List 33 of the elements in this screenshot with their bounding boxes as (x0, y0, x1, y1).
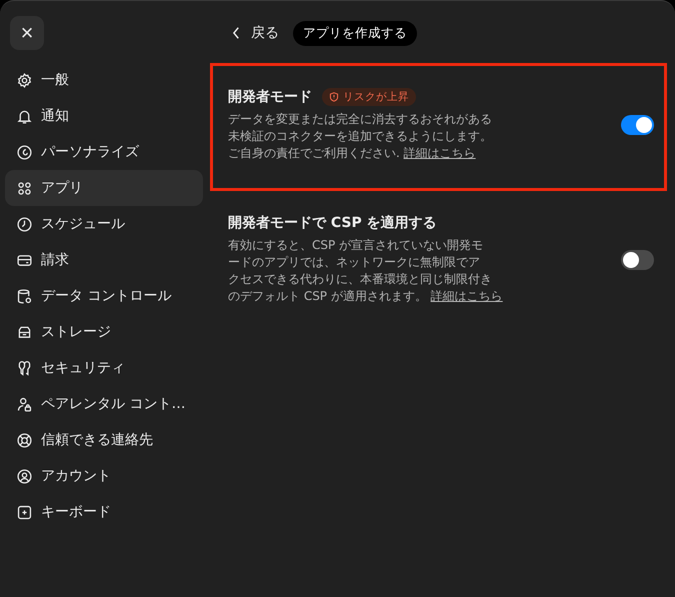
sidebar-item[interactable]: スケジュール (5, 206, 203, 242)
sidebar-item[interactable]: ストレージ (5, 314, 203, 350)
database-icon (16, 288, 33, 304)
learn-more-link[interactable]: 詳細はこちら (430, 289, 503, 303)
create-app-button[interactable]: アプリを作成する (293, 20, 417, 46)
close-button[interactable]: × (10, 16, 44, 50)
risk-badge: リスクが上昇 (322, 88, 416, 106)
toggle-switch[interactable] (621, 250, 654, 270)
sidebar-item[interactable]: 通知 (5, 98, 203, 134)
sidebar-item[interactable]: データ コントロール (5, 278, 203, 314)
toggle-switch[interactable] (621, 115, 654, 135)
setting-description: 有効にすると、CSP が宣言されていない開発モ ードのアプリでは、ネットワークに無制限でア クセスできる代わりに、本番環境と同じ制限付き のデフォルト CSP が適用されます。 詳細はこちら (228, 237, 503, 305)
setting-title: 開発者モード (228, 88, 312, 106)
setting-title: 開発者モードで CSP を適用する (228, 214, 437, 232)
sidebar-item[interactable]: アプリ (5, 170, 203, 206)
apps-icon (16, 180, 33, 196)
gear-icon (16, 72, 33, 88)
sidebar-item[interactable]: アカウント (5, 458, 203, 494)
back-button[interactable]: 戻る (232, 24, 279, 42)
sidebar-item[interactable]: ペアレンタル コント… (5, 386, 203, 422)
learn-more-link[interactable]: 詳細はこちら (404, 146, 476, 160)
lifebuoy-icon (16, 432, 33, 448)
clock-icon (16, 216, 33, 232)
chevron-left-icon (232, 26, 241, 40)
setting-description: データを変更または完全に消去するおそれがある 未検証のコネクターを追加できるようにします。 ご自身の責任でご利用ください. 詳細はこちら (228, 111, 492, 162)
sidebar-item[interactable]: 一般 (5, 62, 203, 98)
sidebar-item[interactable]: パーソナライズ (5, 134, 203, 170)
sidebar-item[interactable]: キーボード (5, 494, 203, 530)
account-icon (16, 468, 33, 484)
sidebar-item[interactable]: 信頼できる連絡先 (5, 422, 203, 458)
sidebar-item[interactable]: セキュリティ (5, 350, 203, 386)
warning-icon (329, 92, 339, 102)
sidebar-item[interactable]: 請求 (5, 242, 203, 278)
